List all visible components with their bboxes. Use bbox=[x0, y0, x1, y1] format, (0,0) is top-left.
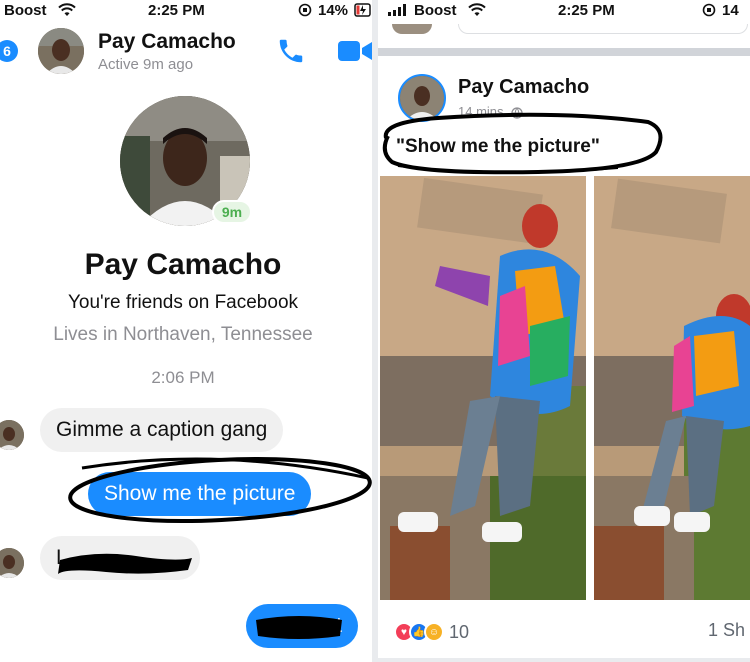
photo-image bbox=[380, 176, 586, 600]
message-bubble-outgoing[interactable]: t bbox=[246, 604, 358, 648]
unread-count: 6 bbox=[3, 43, 11, 59]
carrier-label: Boost bbox=[4, 2, 47, 19]
share-count[interactable]: 1 Sh bbox=[708, 620, 745, 641]
post-author-avatar[interactable] bbox=[398, 74, 446, 122]
post-caption: "Show me the picture" bbox=[396, 136, 600, 157]
clock: 2:25 PM bbox=[148, 2, 205, 19]
feed-separator bbox=[378, 48, 750, 56]
orientation-lock-icon bbox=[702, 3, 716, 17]
message-text: L bbox=[56, 546, 68, 569]
sender-avatar bbox=[0, 548, 24, 578]
post-timestamp[interactable]: 14 mins bbox=[458, 104, 523, 119]
status-bar: Boost 2:25 PM 14% bbox=[0, 0, 372, 22]
carrier-label: Boost bbox=[414, 2, 457, 19]
haha-reaction-icon: ☺ bbox=[424, 622, 444, 642]
orientation-lock-icon bbox=[298, 3, 312, 17]
back-button[interactable]: 6 bbox=[0, 40, 18, 62]
globe-icon bbox=[511, 106, 523, 119]
header-avatar[interactable] bbox=[38, 28, 84, 74]
message-bubble-incoming[interactable]: L bbox=[40, 536, 200, 580]
chat-title[interactable]: Pay Camacho bbox=[98, 30, 236, 54]
status-bar: Boost 2:25 PM 14 bbox=[378, 0, 750, 22]
sender-avatar bbox=[0, 420, 24, 450]
message-bubble-outgoing[interactable]: Show me the picture bbox=[88, 472, 312, 516]
facebook-panel: Boost 2:25 PM 14 Pay Camacho 14 mins "Sh… bbox=[378, 0, 750, 662]
clock: 2:25 PM bbox=[558, 2, 615, 19]
battery-percent: 14 bbox=[722, 2, 739, 19]
battery-percent: 14% bbox=[318, 2, 349, 19]
photo-image bbox=[594, 176, 750, 600]
video-icon[interactable] bbox=[336, 38, 372, 64]
message-text: t bbox=[336, 614, 342, 637]
wifi-icon bbox=[468, 3, 486, 16]
friends-status: You're friends on Facebook bbox=[67, 292, 299, 313]
phone-icon[interactable] bbox=[276, 36, 306, 66]
wifi-icon bbox=[58, 3, 76, 16]
active-time-badge: 9m bbox=[212, 200, 252, 224]
active-status: Active 9m ago bbox=[98, 56, 194, 73]
reaction-count: 10 bbox=[449, 621, 470, 642]
message-timestamp: 2:06 PM bbox=[151, 368, 215, 387]
previous-post-edge bbox=[378, 24, 750, 48]
post-photo[interactable] bbox=[594, 176, 750, 600]
post-photo[interactable] bbox=[380, 176, 586, 600]
avatar-photo bbox=[38, 28, 84, 74]
location-text: Lives in Northaven, Tennessee bbox=[53, 324, 313, 345]
messenger-panel: Boost 2:25 PM 14% 6 Pay Camacho Active 9… bbox=[0, 0, 372, 662]
profile-name: Pay Camacho bbox=[84, 248, 282, 281]
post-time-text: 14 mins bbox=[458, 104, 504, 119]
reactions-summary[interactable]: ♥ 👍 ☺ 10 bbox=[394, 618, 469, 646]
battery-icon bbox=[354, 3, 371, 17]
avatar-photo bbox=[400, 76, 444, 120]
post-author-name[interactable]: Pay Camacho bbox=[458, 76, 589, 99]
message-bubble-incoming[interactable]: Gimme a caption gang bbox=[40, 408, 284, 452]
signal-icon bbox=[388, 4, 406, 16]
post-footer-divider bbox=[378, 658, 750, 662]
